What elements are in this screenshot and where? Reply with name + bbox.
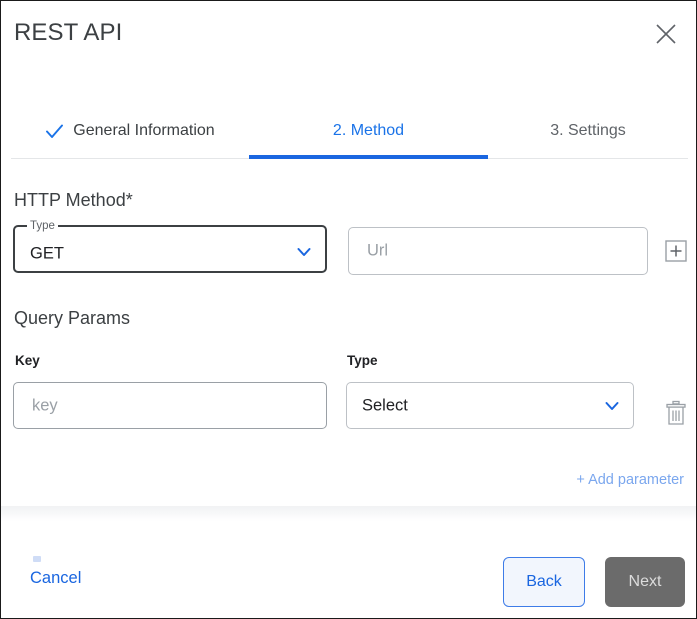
tab-method-label: 2. Method bbox=[333, 122, 404, 140]
trash-icon bbox=[664, 400, 688, 426]
close-icon bbox=[653, 21, 679, 47]
chevron-down-icon bbox=[297, 247, 311, 257]
tab-general-information[interactable]: General Information bbox=[11, 103, 249, 159]
wizard-tabs: General Information 2. Method 3. Setting… bbox=[11, 101, 688, 159]
cancel-button[interactable]: Cancel bbox=[30, 569, 81, 588]
tab-settings[interactable]: 3. Settings bbox=[488, 103, 688, 159]
http-method-type-select[interactable]: Type GET bbox=[13, 225, 327, 273]
http-method-type-value: GET bbox=[30, 245, 64, 264]
url-input[interactable]: Url bbox=[348, 227, 648, 275]
query-params-type-column-header: Type bbox=[347, 353, 378, 368]
chevron-down-icon bbox=[605, 401, 619, 411]
query-params-key-column-header: Key bbox=[15, 353, 40, 368]
dialog-header: REST API bbox=[1, 1, 696, 71]
query-param-type-value: Select bbox=[362, 396, 408, 415]
http-method-type-floating-label: Type bbox=[27, 220, 58, 233]
http-method-heading: HTTP Method* bbox=[14, 190, 133, 211]
page-title: REST API bbox=[14, 19, 122, 47]
dialog-body: HTTP Method* Type GET Url Query Params bbox=[1, 159, 697, 511]
check-icon bbox=[45, 122, 64, 141]
next-button[interactable]: Next bbox=[605, 557, 685, 607]
dialog-footer: Cancel bbox=[1, 522, 697, 618]
query-param-type-select[interactable]: Select bbox=[346, 382, 634, 429]
rest-api-dialog: REST API General Information 2. Method 3… bbox=[0, 0, 697, 619]
url-input-placeholder: Url bbox=[367, 242, 388, 261]
add-parameter-link[interactable]: + Add parameter bbox=[576, 472, 684, 488]
query-params-heading: Query Params bbox=[14, 308, 130, 329]
tab-general-information-label: General Information bbox=[73, 122, 214, 140]
query-param-key-placeholder: key bbox=[32, 396, 58, 415]
tab-method[interactable]: 2. Method bbox=[249, 103, 488, 159]
tab-settings-label: 3. Settings bbox=[550, 122, 626, 140]
add-url-button[interactable] bbox=[663, 238, 689, 264]
plus-square-icon bbox=[665, 240, 687, 262]
close-button[interactable] bbox=[648, 16, 684, 52]
focus-artifact bbox=[33, 556, 41, 562]
query-param-key-input[interactable]: key bbox=[13, 382, 327, 429]
delete-parameter-button[interactable] bbox=[662, 398, 690, 428]
footer-divider bbox=[1, 506, 697, 522]
back-button[interactable]: Back bbox=[503, 557, 585, 607]
